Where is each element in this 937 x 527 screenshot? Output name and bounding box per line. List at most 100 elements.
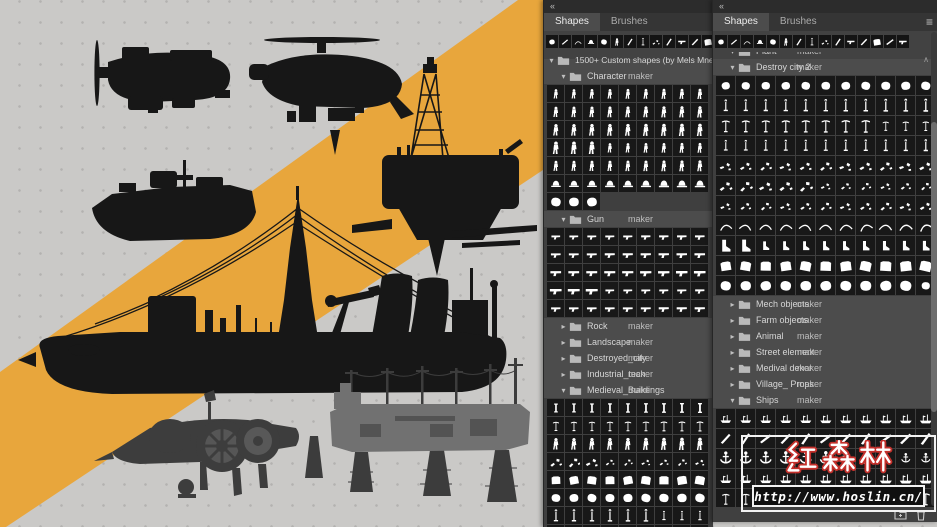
shape-thumbnail[interactable] xyxy=(756,276,775,295)
folder-row-farm-objects[interactable]: ▸ Farm objects maker xyxy=(713,312,937,328)
shape-thumbnail[interactable] xyxy=(547,264,564,281)
shape-thumbnail[interactable] xyxy=(716,96,735,115)
folder-row-ships[interactable]: ▾ Ships maker xyxy=(713,392,937,408)
shape-thumbnail[interactable] xyxy=(716,156,735,175)
shape-thumbnail[interactable] xyxy=(547,435,564,452)
shape-thumbnail[interactable] xyxy=(673,246,690,263)
shape-thumbnail[interactable] xyxy=(876,76,895,95)
shape-thumbnail[interactable] xyxy=(583,435,600,452)
shape-thumbnail[interactable] xyxy=(637,282,654,299)
tab-shapes[interactable]: Shapes xyxy=(713,13,769,31)
shape-thumbnail[interactable] xyxy=(583,228,600,245)
shape-thumbnail[interactable] xyxy=(673,417,690,434)
shape-thumbnail[interactable] xyxy=(673,157,690,174)
shape-thumbnail[interactable] xyxy=(856,409,875,428)
shape-thumbnail[interactable] xyxy=(856,196,875,215)
shape-thumbnail[interactable] xyxy=(583,300,600,317)
shape-thumbnail[interactable] xyxy=(756,216,775,235)
shape-thumbnail[interactable] xyxy=(776,256,795,275)
recent-shape-thumbnail[interactable] xyxy=(741,35,753,48)
shape-thumbnail[interactable] xyxy=(565,507,582,524)
shape-thumbnail[interactable] xyxy=(776,409,795,428)
shape-thumbnail[interactable] xyxy=(637,157,654,174)
chevron-right-icon[interactable]: ▸ xyxy=(727,316,738,325)
shape-thumbnail[interactable] xyxy=(836,196,855,215)
shape-thumbnail[interactable] xyxy=(876,176,895,195)
shape-thumbnail[interactable] xyxy=(637,489,654,506)
shape-thumbnail[interactable] xyxy=(691,282,708,299)
shape-thumbnail[interactable] xyxy=(619,157,636,174)
shape-thumbnail[interactable] xyxy=(716,409,735,428)
folder-row-character[interactable]: ▾ Character maker xyxy=(544,68,713,84)
shape-thumbnail[interactable] xyxy=(601,157,618,174)
shape-thumbnail[interactable] xyxy=(896,409,915,428)
shape-thumbnail[interactable] xyxy=(896,116,915,135)
shape-thumbnail[interactable] xyxy=(876,156,895,175)
shape-thumbnail[interactable] xyxy=(619,435,636,452)
shape-thumbnail[interactable] xyxy=(547,417,564,434)
shape-thumbnail[interactable] xyxy=(619,399,636,416)
shape-thumbnail[interactable] xyxy=(796,196,815,215)
recent-shape-thumbnail[interactable] xyxy=(806,35,818,48)
shape-thumbnail[interactable] xyxy=(836,156,855,175)
shape-thumbnail[interactable] xyxy=(876,216,895,235)
shape-thumbnail[interactable] xyxy=(796,409,815,428)
shape-thumbnail[interactable] xyxy=(691,300,708,317)
shape-thumbnail[interactable] xyxy=(637,453,654,470)
shape-thumbnail[interactable] xyxy=(565,417,582,434)
recent-shape-thumbnail[interactable] xyxy=(598,35,610,48)
shape-thumbnail[interactable] xyxy=(756,256,775,275)
shape-thumbnail[interactable] xyxy=(776,136,795,155)
folder-row-plant[interactable]: ▾ Plant maker xyxy=(713,52,937,59)
shape-thumbnail[interactable] xyxy=(565,85,582,102)
shape-thumbnail[interactable] xyxy=(637,264,654,281)
shape-thumbnail[interactable] xyxy=(565,489,582,506)
shape-thumbnail[interactable] xyxy=(736,276,755,295)
shape-thumbnail[interactable] xyxy=(565,121,582,138)
shape-thumbnail[interactable] xyxy=(637,471,654,488)
shape-thumbnail[interactable] xyxy=(876,409,895,428)
shape-thumbnail[interactable] xyxy=(896,216,915,235)
shape-thumbnail[interactable] xyxy=(736,136,755,155)
shape-thumbnail[interactable] xyxy=(673,85,690,102)
shape-thumbnail[interactable] xyxy=(619,300,636,317)
shape-thumbnail[interactable] xyxy=(896,196,915,215)
chevron-right-icon[interactable]: ▸ xyxy=(727,364,738,373)
shape-thumbnail[interactable] xyxy=(836,116,855,135)
folder-row-animal[interactable]: ▸ Animal maker xyxy=(713,328,937,344)
shape-thumbnail[interactable] xyxy=(736,156,755,175)
shape-thumbnail[interactable] xyxy=(655,175,672,192)
shape-thumbnail[interactable] xyxy=(856,76,875,95)
folder-row-1500-custom-shapes-by-mels-mneyan-[interactable]: ▾ 1500+ Custom shapes (by Mels Mneyan) xyxy=(544,52,713,68)
shape-thumbnail[interactable] xyxy=(691,453,708,470)
shape-thumbnail[interactable] xyxy=(691,417,708,434)
shape-thumbnail[interactable] xyxy=(691,435,708,452)
shape-thumbnail[interactable] xyxy=(601,453,618,470)
shape-thumbnail[interactable] xyxy=(876,236,895,255)
shape-thumbnail[interactable] xyxy=(756,196,775,215)
folder-row-destroyed-city[interactable]: ▸ Destroyed_city maker xyxy=(544,350,713,366)
tab-shapes[interactable]: Shapes xyxy=(544,13,600,31)
shape-thumbnail[interactable] xyxy=(565,193,582,210)
shape-thumbnail[interactable] xyxy=(547,489,564,506)
shape-thumbnail[interactable] xyxy=(716,176,735,195)
chevron-down-icon[interactable]: ▾ xyxy=(727,396,738,405)
shape-thumbnail[interactable] xyxy=(896,256,915,275)
shape-thumbnail[interactable] xyxy=(673,228,690,245)
shape-thumbnail[interactable] xyxy=(619,507,636,524)
shape-thumbnail[interactable] xyxy=(655,453,672,470)
shape-thumbnail[interactable] xyxy=(896,76,915,95)
shape-thumbnail[interactable] xyxy=(583,103,600,120)
shape-thumbnail[interactable] xyxy=(637,417,654,434)
shape-thumbnail[interactable] xyxy=(673,282,690,299)
shape-thumbnail[interactable] xyxy=(816,196,835,215)
recent-shape-thumbnail[interactable] xyxy=(780,35,792,48)
recent-shape-thumbnail[interactable] xyxy=(767,35,779,48)
shape-thumbnail[interactable] xyxy=(655,489,672,506)
shape-thumbnail[interactable] xyxy=(655,157,672,174)
shape-thumbnail[interactable] xyxy=(583,139,600,156)
scrollbar-thumb[interactable] xyxy=(931,122,937,412)
shape-thumbnail[interactable] xyxy=(816,96,835,115)
shape-thumbnail[interactable] xyxy=(601,507,618,524)
shape-thumbnail[interactable] xyxy=(816,409,835,428)
